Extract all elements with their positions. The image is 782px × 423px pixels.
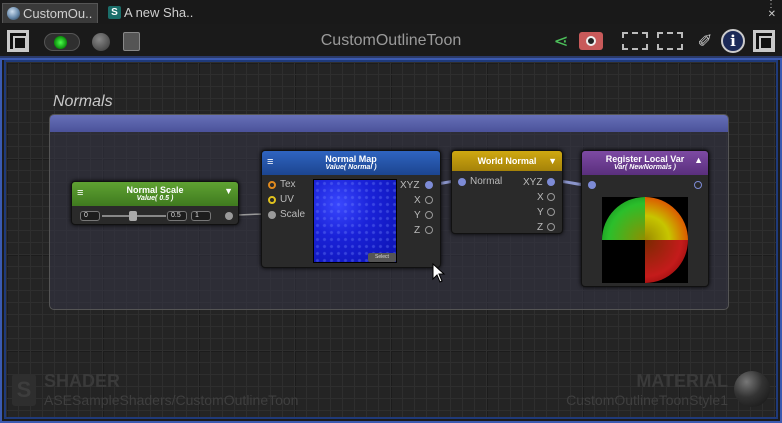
- tab-label: A new Sha..: [124, 5, 194, 20]
- node-world-normal[interactable]: World Normal ▼ Normal XYZ X Y Z: [451, 150, 563, 234]
- tab-new-shader[interactable]: S A new Sha..: [104, 3, 208, 23]
- input-port-normal[interactable]: [458, 178, 466, 186]
- node-register-local-var[interactable]: Register Local Var Var( NewNormals ) ▲: [581, 150, 709, 287]
- node-title: Normal Scale: [126, 185, 184, 195]
- menu-icon[interactable]: ≡: [267, 156, 273, 168]
- port-label-tex: Tex: [280, 179, 296, 190]
- material-label: MATERIAL: [636, 371, 728, 391]
- material-name: CustomOutlineToonStyle1: [566, 392, 728, 408]
- output-port-xyz[interactable]: [425, 181, 433, 189]
- output-port-x[interactable]: [547, 193, 555, 201]
- normal-map-texture-preview[interactable]: Select: [313, 179, 397, 263]
- material-preview-sphere[interactable]: [734, 371, 770, 407]
- tab-label: CustomOu..: [23, 6, 93, 21]
- editor-toolbar: CustomOutlineToon ⋖ ✐ i: [0, 24, 782, 58]
- port-label-y: Y: [537, 207, 544, 218]
- node-header[interactable]: ≡ Normal Map Value( Normal ): [262, 151, 440, 175]
- port-label-xyz: XYZ: [523, 177, 543, 188]
- shader-icon: S: [12, 374, 36, 406]
- min-field[interactable]: 0: [80, 211, 100, 221]
- node-header[interactable]: World Normal ▼: [452, 151, 562, 171]
- screenshot-icon[interactable]: [579, 32, 603, 50]
- focus-icon[interactable]: [622, 32, 648, 50]
- group-header-bar[interactable]: [50, 115, 728, 132]
- node-title: World Normal: [477, 156, 537, 166]
- input-port[interactable]: [588, 181, 596, 189]
- clean-brush-icon[interactable]: ✐: [692, 29, 718, 53]
- input-port-tex[interactable]: [268, 181, 276, 189]
- output-port[interactable]: [694, 181, 702, 189]
- output-port-z[interactable]: [425, 226, 433, 234]
- node-normal-map[interactable]: ≡ Normal Map Value( Normal ) Tex UV Scal…: [261, 150, 441, 268]
- port-label-normal: Normal: [470, 176, 503, 187]
- tab-customoutlinetoon[interactable]: CustomOu..: [2, 3, 98, 23]
- input-port-scale[interactable]: [268, 211, 276, 219]
- output-port-z[interactable]: [547, 223, 555, 231]
- output-port-xyz[interactable]: [547, 178, 555, 186]
- input-port-uv[interactable]: [268, 196, 276, 204]
- port-label-y: Y: [414, 210, 421, 221]
- share-icon[interactable]: ⋖: [548, 29, 574, 53]
- node-normal-scale[interactable]: ≡ Normal Scale Value( 0.5 ) ▼ 0 0.5 1: [71, 181, 239, 225]
- unity-globe-icon: [7, 7, 20, 20]
- node-title: Normal Map: [325, 154, 377, 164]
- window-controls: ⋮ ✕: [766, 0, 776, 20]
- output-port[interactable]: [225, 212, 233, 220]
- port-label-x: X: [537, 192, 544, 203]
- node-header[interactable]: Register Local Var Var( NewNormals ) ▲: [582, 151, 708, 175]
- port-label-z: Z: [537, 222, 544, 233]
- node-title: Register Local Var: [605, 154, 685, 164]
- group-title: Normals: [53, 93, 113, 110]
- port-label-scale: Scale: [280, 209, 306, 220]
- value-slider-knob[interactable]: [129, 211, 137, 221]
- normal-sphere-preview: [602, 197, 688, 283]
- output-port-x[interactable]: [425, 196, 433, 204]
- menu-icon[interactable]: ≡: [77, 187, 83, 199]
- port-label-uv: UV: [280, 194, 294, 205]
- port-label-x: X: [414, 195, 421, 206]
- max-field[interactable]: 1: [191, 211, 211, 221]
- output-port-y[interactable]: [425, 211, 433, 219]
- output-port-y[interactable]: [547, 208, 555, 216]
- mouse-cursor-icon: [432, 263, 446, 283]
- info-icon[interactable]: i: [721, 29, 745, 53]
- fit-icon[interactable]: [657, 32, 683, 50]
- port-label-xyz: XYZ: [400, 180, 420, 191]
- node-subtitle: Value( 0.5 ): [136, 195, 174, 202]
- node-subtitle: Var( NewNormals ): [614, 164, 676, 171]
- window-close-icon[interactable]: ✕: [766, 10, 776, 20]
- value-field[interactable]: 0.5: [167, 211, 187, 221]
- shader-label: SHADER: [44, 371, 121, 391]
- shader-path: ASESampleShaders/CustomOutlineToon: [44, 392, 299, 408]
- shader-icon: S: [108, 6, 121, 19]
- node-header[interactable]: ≡ Normal Scale Value( 0.5 ) ▼: [72, 182, 238, 206]
- node-subtitle: Value( Normal ): [325, 164, 377, 171]
- select-texture-button[interactable]: Select: [368, 253, 396, 262]
- tab-bar: CustomOu.. S A new Sha.. ⋮ ✕: [0, 0, 782, 24]
- chevron-down-icon[interactable]: ▼: [224, 186, 233, 196]
- chevron-up-icon[interactable]: ▲: [694, 155, 703, 165]
- port-label-z: Z: [414, 225, 421, 236]
- chevron-down-icon[interactable]: ▼: [548, 156, 557, 166]
- maximize-icon[interactable]: [753, 30, 775, 52]
